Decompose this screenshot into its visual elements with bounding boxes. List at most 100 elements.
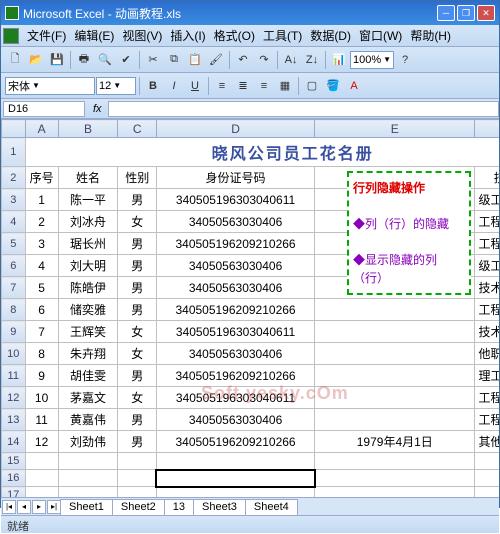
bold-button[interactable]: B — [143, 76, 163, 96]
cell[interactable]: 340505196209210266 — [156, 365, 314, 387]
cell[interactable]: 男 — [118, 255, 156, 277]
cell[interactable] — [315, 387, 475, 409]
fill-color-button[interactable]: 🪣 — [323, 76, 343, 96]
tab-last[interactable]: ▸| — [47, 500, 61, 514]
cell[interactable] — [315, 409, 475, 431]
cell[interactable]: 男 — [118, 277, 156, 299]
col-F[interactable]: F — [475, 120, 499, 138]
col-E[interactable]: E — [315, 120, 475, 138]
col-D[interactable]: D — [156, 120, 314, 138]
row-2[interactable]: 2 — [2, 167, 26, 189]
row-14[interactable]: 14 — [2, 431, 26, 453]
sheet-grid[interactable]: A B C D E F 1 晓风公司员工花名册 2 序号 姓名 性别 身份证号码… — [1, 119, 499, 497]
col-B[interactable]: B — [58, 120, 118, 138]
cell[interactable] — [315, 299, 475, 321]
col-C[interactable]: C — [118, 120, 156, 138]
zoom-combo[interactable]: 100%▼ — [350, 51, 394, 69]
menu-window[interactable]: 窗口(W) — [355, 25, 406, 46]
cell[interactable] — [315, 321, 475, 343]
row-4[interactable]: 4 — [2, 211, 26, 233]
cell[interactable]: 6 — [25, 299, 58, 321]
cell[interactable]: 5 — [25, 277, 58, 299]
align-right-button[interactable]: ≡ — [254, 76, 274, 96]
italic-button[interactable]: I — [164, 76, 184, 96]
align-left-button[interactable]: ≡ — [212, 76, 232, 96]
cell[interactable]: 女 — [118, 321, 156, 343]
cell[interactable]: 朱卉翔 — [58, 343, 118, 365]
minimize-button[interactable]: ─ — [437, 5, 455, 21]
formula-input[interactable] — [108, 101, 499, 117]
table-row[interactable]: 9 7 王辉笑 女 340505196303040611 技术员 — [2, 321, 500, 343]
merge-button[interactable]: ▦ — [275, 76, 295, 96]
cell[interactable]: 陈一平 — [58, 189, 118, 211]
print-button[interactable]: 🖶 — [74, 50, 94, 70]
cell[interactable]: 340505196209210266 — [156, 431, 314, 453]
font-name-combo[interactable]: 宋体▼ — [5, 77, 95, 95]
cell[interactable] — [315, 343, 475, 365]
cell[interactable]: 12 — [25, 431, 58, 453]
cell[interactable]: 男 — [118, 365, 156, 387]
cell[interactable]: 340505196209210266 — [156, 299, 314, 321]
underline-button[interactable]: U — [185, 76, 205, 96]
cell[interactable]: 其他职称 — [475, 431, 499, 453]
row-15[interactable]: 15 — [2, 453, 26, 470]
preview-button[interactable]: 🔍 — [95, 50, 115, 70]
cell[interactable]: 340505196303040611 — [156, 321, 314, 343]
font-size-combo[interactable]: 12▼ — [96, 77, 136, 95]
menu-data[interactable]: 数据(D) — [306, 25, 355, 46]
cell[interactable]: 2 — [25, 211, 58, 233]
new-button[interactable]: 🗋 — [5, 50, 25, 70]
row-12[interactable]: 12 — [2, 387, 26, 409]
border-button[interactable]: ▢ — [302, 76, 322, 96]
cell[interactable]: 7 — [25, 321, 58, 343]
cell[interactable]: 工程师 — [475, 233, 499, 255]
menu-help[interactable]: 帮助(H) — [406, 25, 455, 46]
cell[interactable]: 黄嘉伟 — [58, 409, 118, 431]
cell[interactable]: 陈皓伊 — [58, 277, 118, 299]
cell[interactable]: 理工程 — [475, 365, 499, 387]
sort-asc-button[interactable]: A↓ — [281, 50, 301, 70]
tab-first[interactable]: |◂ — [2, 500, 16, 514]
row-7[interactable]: 7 — [2, 277, 26, 299]
table-row[interactable]: 12 10 茅嘉文 女 340505196303040611 工程师 — [2, 387, 500, 409]
cell[interactable]: 4 — [25, 255, 58, 277]
tab-13[interactable]: 13 — [164, 499, 194, 515]
row-11[interactable]: 11 — [2, 365, 26, 387]
select-all[interactable] — [2, 120, 26, 138]
spell-button[interactable]: ✔ — [116, 50, 136, 70]
name-box[interactable]: D16 — [3, 101, 85, 117]
cell[interactable]: 3 — [25, 233, 58, 255]
cell[interactable]: 34050563030406 — [156, 255, 314, 277]
close-button[interactable]: ✕ — [477, 5, 495, 21]
tab-sheet1[interactable]: Sheet1 — [60, 499, 113, 515]
col-A[interactable]: A — [25, 120, 58, 138]
tab-sheet2[interactable]: Sheet2 — [112, 499, 165, 515]
table-row[interactable]: 11 9 胡佳雯 男 340505196209210266 理工程 — [2, 365, 500, 387]
cell[interactable]: 他职称 — [475, 343, 499, 365]
cell[interactable]: 34050563030406 — [156, 409, 314, 431]
font-color-button[interactable]: A — [344, 76, 364, 96]
table-row[interactable]: 10 8 朱卉翔 女 34050563030406 他职称 — [2, 343, 500, 365]
format-painter-button[interactable]: 🖌 — [206, 50, 226, 70]
tab-sheet3[interactable]: Sheet3 — [193, 499, 246, 515]
cell[interactable]: 9 — [25, 365, 58, 387]
row-8[interactable]: 8 — [2, 299, 26, 321]
chart-button[interactable]: 📊 — [329, 50, 349, 70]
copy-button[interactable]: ⧉ — [164, 50, 184, 70]
cell[interactable]: 1 — [25, 189, 58, 211]
row-9[interactable]: 9 — [2, 321, 26, 343]
table-row[interactable]: 8 6 储奕雅 男 340505196209210266 工程师 — [2, 299, 500, 321]
cell[interactable]: 刘冰舟 — [58, 211, 118, 233]
cell[interactable]: 工程师 — [475, 211, 499, 233]
row-5[interactable]: 5 — [2, 233, 26, 255]
cell[interactable]: 男 — [118, 409, 156, 431]
menu-tools[interactable]: 工具(T) — [259, 25, 306, 46]
sort-desc-button[interactable]: Z↓ — [302, 50, 322, 70]
cell[interactable]: 级工程 — [475, 189, 499, 211]
menu-edit[interactable]: 编辑(E) — [70, 25, 118, 46]
tab-sheet4[interactable]: Sheet4 — [245, 499, 298, 515]
undo-button[interactable]: ↶ — [233, 50, 253, 70]
cell[interactable]: 8 — [25, 343, 58, 365]
cell[interactable]: 茅嘉文 — [58, 387, 118, 409]
cell[interactable]: 34050563030406 — [156, 277, 314, 299]
